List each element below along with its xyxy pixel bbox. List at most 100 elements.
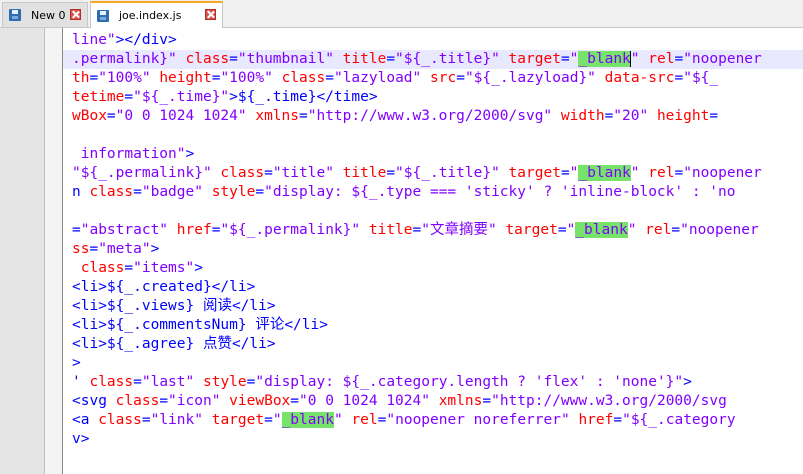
code-text: <a class="link" target="_blank" rel="noo… xyxy=(72,411,736,430)
attribute-token: rel xyxy=(648,165,675,181)
code-line[interactable]: 29.permalink}" class="thumbnail" title="… xyxy=(63,50,803,69)
attribute-token: title xyxy=(368,222,413,238)
string-token: "${_.permalink}" xyxy=(72,165,212,181)
code-line[interactable]: 33 xyxy=(63,126,803,145)
code-line[interactable]: 46' class="last" style="display: ${_.cat… xyxy=(63,373,803,392)
tag-token: n xyxy=(72,184,90,200)
code-line[interactable]: 39ss="meta"> xyxy=(63,240,803,259)
tag-token xyxy=(640,165,649,181)
code-text: tetime="${_.time}">${_.time}</time> xyxy=(72,88,378,107)
code-line[interactable]: 49v> xyxy=(63,430,803,449)
code-line[interactable]: 48<a class="link" target="_blank" rel="n… xyxy=(63,411,803,430)
attribute-token: wBox xyxy=(72,108,107,124)
code-line[interactable]: 31tetime="${_.time}">${_.time}</time> xyxy=(63,88,803,107)
tag-token: > xyxy=(683,374,692,390)
tag-token xyxy=(360,222,369,238)
attribute-token: height xyxy=(159,70,212,86)
string-token: "lazyload" xyxy=(333,70,422,86)
tab-label: New 0 xyxy=(31,8,66,22)
string-token: "${_.category xyxy=(622,412,736,428)
code-line[interactable]: 38="abstract" href="${_.permalink}" titl… xyxy=(63,221,803,240)
tag-token xyxy=(552,108,561,124)
string-token: " xyxy=(566,222,576,238)
search-highlight: _blank xyxy=(578,51,631,67)
tag-token: = xyxy=(89,241,99,257)
attribute-token: target xyxy=(508,51,561,67)
tag-token: = xyxy=(557,222,567,238)
code-line[interactable]: 35"${_.permalink}" class="title" title="… xyxy=(63,164,803,183)
code-editor[interactable]: 28line"></div>29.permalink}" class="thum… xyxy=(63,28,803,474)
string-token: "noopener noreferrer" xyxy=(386,412,570,428)
tag-token xyxy=(203,412,212,428)
tag-token: = xyxy=(325,70,334,86)
tag-token: = xyxy=(133,374,142,390)
string-token: "link" xyxy=(150,412,203,428)
tag-token xyxy=(194,374,203,390)
code-line[interactable]: 40 class="items"> xyxy=(63,259,803,278)
floppy-disk-icon xyxy=(9,9,21,21)
attribute-token: xmlns xyxy=(438,393,483,409)
tag-token: = xyxy=(72,222,81,238)
tag-token: <li>${_.views} 阅读</li> xyxy=(72,298,276,314)
string-token: "${_.lazyload}" xyxy=(464,70,596,86)
string-token: "items" xyxy=(133,260,195,276)
close-tab-icon[interactable] xyxy=(205,9,216,20)
string-token: "noopener xyxy=(683,165,762,181)
attribute-token: style xyxy=(211,184,256,200)
tag-token: <li>${_.created}</li> xyxy=(72,279,256,295)
tag-token xyxy=(596,70,605,86)
code-line[interactable]: 37 xyxy=(63,202,803,221)
tag-token: = xyxy=(386,165,396,181)
attribute-token: rel xyxy=(645,222,672,238)
code-line[interactable]: 30th="100%" height="100%" class="lazyloa… xyxy=(63,69,803,88)
attribute-token: title xyxy=(342,165,387,181)
attribute-token: href xyxy=(176,222,212,238)
attribute-token: class xyxy=(185,51,230,67)
tag-token: > xyxy=(72,355,81,371)
code-line[interactable]: 41<li>${_.created}</li> xyxy=(63,278,803,297)
code-text: > xyxy=(72,354,81,373)
tag-token: > xyxy=(194,260,203,276)
code-line[interactable]: 42<li>${_.views} 阅读</li> xyxy=(63,297,803,316)
fold-margin[interactable] xyxy=(45,28,63,474)
code-line[interactable]: 36n class="badge" style="display: ${_.ty… xyxy=(63,183,803,202)
tab-label: joe.index.js xyxy=(119,9,182,22)
tag-token: = xyxy=(709,108,719,124)
code-line[interactable]: 47<svg class="icon" viewBox="0 0 1024 10… xyxy=(63,392,803,411)
code-line[interactable]: 44<li>${_.agree} 点赞</li> xyxy=(63,335,803,354)
code-line[interactable]: 34 information"> xyxy=(63,145,803,164)
tab-joe-index-js[interactable]: joe.index.js xyxy=(90,1,223,28)
tag-token: = xyxy=(482,393,492,409)
tag-token: <li>${_.agree} 点赞</li> xyxy=(72,336,276,352)
attribute-token: width xyxy=(560,108,605,124)
attribute-token: th xyxy=(72,70,90,86)
tag-token xyxy=(500,165,509,181)
code-text: <li>${_.views} 阅读</li> xyxy=(72,297,276,316)
code-line[interactable]: 28line"></div> xyxy=(63,31,803,50)
string-token: "${_ xyxy=(683,70,719,86)
tag-token: = xyxy=(386,51,396,67)
code-text: th="100%" height="100%" class="lazyload"… xyxy=(72,69,718,88)
search-highlight: _blank xyxy=(578,165,631,181)
code-line[interactable]: 50 xyxy=(63,449,803,468)
tag-token xyxy=(72,260,81,276)
tag-token xyxy=(500,51,509,67)
attribute-token: data-src xyxy=(604,70,675,86)
tag-token: = xyxy=(106,108,116,124)
code-line[interactable]: 45> xyxy=(63,354,803,373)
code-line[interactable]: 43<li>${_.commentsNum} 评论</li> xyxy=(63,316,803,335)
tag-token: <svg xyxy=(72,393,116,409)
code-line[interactable]: 32wBox="0 0 1024 1024" xmlns="http://www… xyxy=(63,107,803,126)
tag-token: <a xyxy=(72,412,99,428)
tag-token: = xyxy=(674,165,684,181)
code-text: ss="meta"> xyxy=(72,240,159,259)
tag-token xyxy=(168,222,177,238)
tab-new-0[interactable]: New 0 xyxy=(2,2,88,27)
string-token: "display: ${_.category.length ? 'flex' :… xyxy=(255,374,684,390)
tag-token xyxy=(640,51,649,67)
string-token: "title" xyxy=(272,165,334,181)
tag-token: <li>${_.commentsNum} 评论</li> xyxy=(72,317,328,333)
string-token: "${_.title}" xyxy=(395,165,500,181)
attribute-token: viewBox xyxy=(229,393,291,409)
close-tab-icon[interactable] xyxy=(70,9,81,20)
